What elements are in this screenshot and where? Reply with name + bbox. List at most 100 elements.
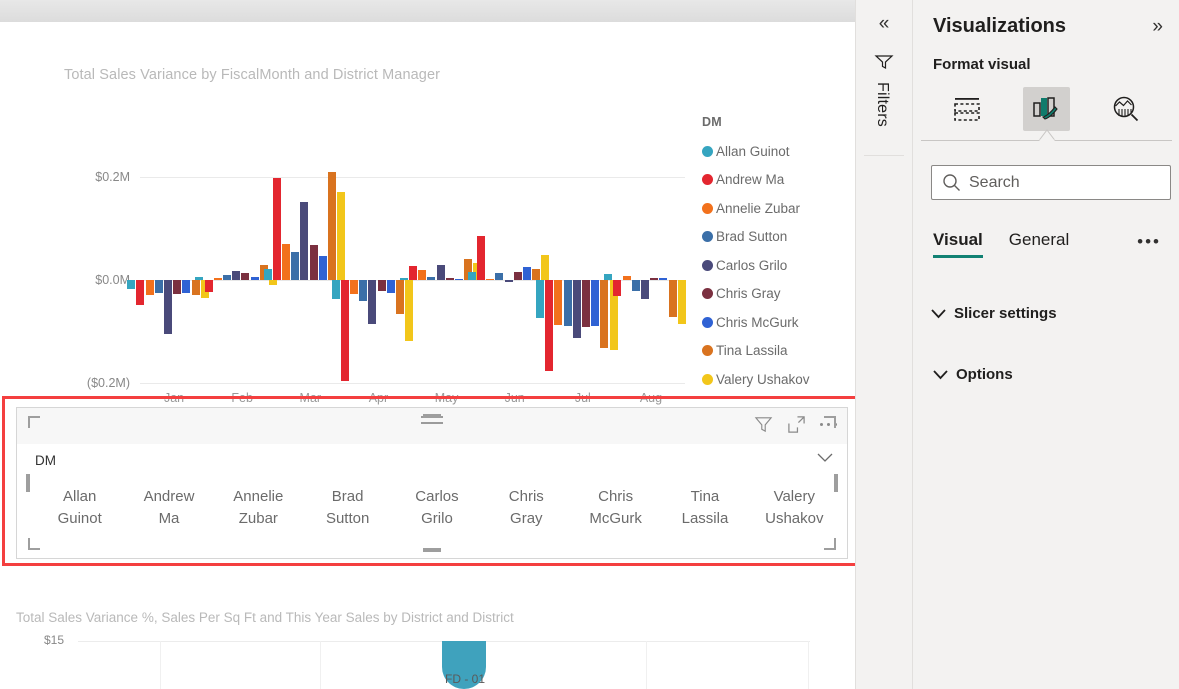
chart-bar[interactable]	[600, 280, 609, 348]
legend-item[interactable]: Brad Sutton	[702, 223, 810, 252]
chart-bar[interactable]	[164, 280, 173, 335]
filters-label[interactable]: Filters	[873, 82, 891, 127]
chart-bar[interactable]	[300, 201, 309, 280]
options-section-header[interactable]: Options	[933, 366, 1013, 383]
resize-handle-bottom-left[interactable]	[28, 538, 40, 550]
chart-bar[interactable]	[436, 264, 445, 280]
chart-bar[interactable]	[604, 273, 613, 280]
slicer-tile[interactable]: Valery Ushakov	[750, 486, 839, 530]
chart-bar[interactable]	[399, 277, 408, 280]
chart-bar[interactable]	[532, 268, 541, 280]
pane-more-options-icon[interactable]: •••	[1137, 232, 1161, 252]
chart-bar[interactable]	[467, 271, 476, 280]
build-visual-tab[interactable]	[943, 87, 990, 131]
visual-sales-by-district[interactable]: Total Sales Variance %, Sales Per Sq Ft …	[0, 596, 855, 689]
chart-bar[interactable]	[396, 280, 405, 314]
legend-item[interactable]: Annelie Zubar	[702, 194, 810, 223]
chart-bar[interactable]	[582, 280, 590, 328]
chart-bar[interactable]	[145, 280, 154, 296]
chart-bar[interactable]	[427, 277, 436, 280]
chevron-down-icon[interactable]	[817, 453, 833, 463]
chart-bar[interactable]	[136, 280, 145, 305]
chart-bar[interactable]	[386, 280, 395, 294]
chart-bar[interactable]	[513, 271, 522, 280]
chart-bar[interactable]	[572, 280, 581, 338]
chart-bar[interactable]	[622, 276, 631, 280]
chart-bar[interactable]	[418, 269, 427, 280]
chart-bar[interactable]	[377, 280, 386, 292]
collapse-filters-icon[interactable]: «	[879, 14, 890, 33]
slicer-tile[interactable]: Carlos Grilo	[392, 486, 481, 530]
chart-bar[interactable]	[677, 280, 686, 325]
resize-handle-top-right[interactable]	[824, 416, 836, 428]
chart-bar[interactable]	[631, 280, 640, 291]
legend-item[interactable]: Andrew Ma	[702, 166, 810, 195]
legend-item[interactable]: Chris McGurk	[702, 308, 810, 337]
chart-bar[interactable]	[222, 274, 231, 280]
resize-handle-left[interactable]	[26, 474, 30, 492]
chart-bar[interactable]	[250, 277, 259, 280]
search-input[interactable]: Search	[931, 165, 1171, 200]
slicer-tile[interactable]: Chris McGurk	[571, 486, 660, 530]
visual-sales-variance-by-fiscalmonth[interactable]: Total Sales Variance by FiscalMonth and …	[0, 22, 855, 405]
chart-bar[interactable]	[195, 276, 204, 280]
resize-handle-right[interactable]	[834, 474, 838, 492]
chart-bar[interactable]	[536, 280, 544, 319]
slicer-tile[interactable]: Brad Sutton	[303, 486, 392, 530]
chart-bar[interactable]	[405, 280, 414, 341]
focus-mode-icon[interactable]	[787, 415, 806, 434]
chart-bar[interactable]	[486, 278, 495, 280]
chart-bar[interactable]	[268, 280, 277, 286]
chart-bar[interactable]	[291, 252, 300, 280]
slicer-tile[interactable]: Allan Guinot	[35, 486, 124, 530]
chart-bar[interactable]	[523, 266, 532, 280]
chart-bar[interactable]	[173, 280, 182, 295]
chart-bar[interactable]	[281, 243, 290, 280]
legend-item[interactable]: Tina Lassila	[702, 337, 810, 366]
legend-item[interactable]: Carlos Grilo	[702, 251, 810, 280]
chart-bar[interactable]	[613, 280, 622, 297]
chart-bar[interactable]	[408, 265, 417, 280]
slicer-tile[interactable]: Annelie Zubar	[214, 486, 303, 530]
chart-bar[interactable]	[350, 280, 359, 295]
chart-bar[interactable]	[668, 280, 677, 318]
chart-bar[interactable]	[327, 171, 336, 280]
analytics-tab[interactable]	[1103, 87, 1150, 131]
legend-item[interactable]: Chris Gray	[702, 280, 810, 309]
expand-pane-icon[interactable]: »	[1152, 17, 1163, 36]
chart-bar[interactable]	[359, 280, 368, 301]
visual-dm-slicer[interactable]: DM Allan Guinot Andrew Ma Annelie Zubar Brad Su…	[16, 407, 848, 559]
resize-handle-top[interactable]	[423, 414, 441, 418]
chart-bar[interactable]	[272, 178, 281, 280]
chart-bar[interactable]	[659, 277, 668, 280]
slicer-tile[interactable]: Chris Gray	[482, 486, 571, 530]
tab-visual[interactable]: Visual	[933, 230, 983, 258]
chart-bar[interactable]	[504, 280, 513, 283]
resize-handle-bottom-right[interactable]	[824, 538, 836, 550]
chart-bar[interactable]	[368, 280, 377, 325]
chart-bar[interactable]	[263, 268, 272, 280]
chart-bar[interactable]	[591, 280, 600, 327]
chart-bar[interactable]	[445, 278, 454, 280]
chart-bar[interactable]	[650, 278, 659, 280]
funnel-icon[interactable]	[874, 54, 894, 72]
slicer-tile[interactable]: Andrew Ma	[124, 486, 213, 530]
chart-bar[interactable]	[337, 192, 346, 280]
chart-bar[interactable]	[477, 236, 486, 280]
legend-item[interactable]: Valery Ushakov	[702, 365, 810, 394]
tab-general[interactable]: General	[1009, 230, 1069, 258]
resize-handle-top-left[interactable]	[28, 416, 40, 428]
chart-bar[interactable]	[154, 280, 163, 293]
chart-bar[interactable]	[318, 256, 327, 280]
slicer-settings-section-header[interactable]: Slicer settings	[931, 305, 1057, 322]
chart-bar[interactable]	[204, 280, 213, 292]
slicer-tile[interactable]: Tina Lassila	[660, 486, 749, 530]
chart-bar[interactable]	[182, 280, 191, 293]
chart-bar[interactable]	[340, 280, 349, 381]
format-visual-tab[interactable]	[1022, 87, 1070, 131]
resize-handle-bottom[interactable]	[423, 548, 441, 552]
legend-item[interactable]: Allan Guinot	[702, 137, 810, 166]
chart-bar[interactable]	[563, 280, 572, 327]
filter-icon[interactable]	[754, 415, 773, 434]
chart-bar[interactable]	[545, 280, 554, 371]
